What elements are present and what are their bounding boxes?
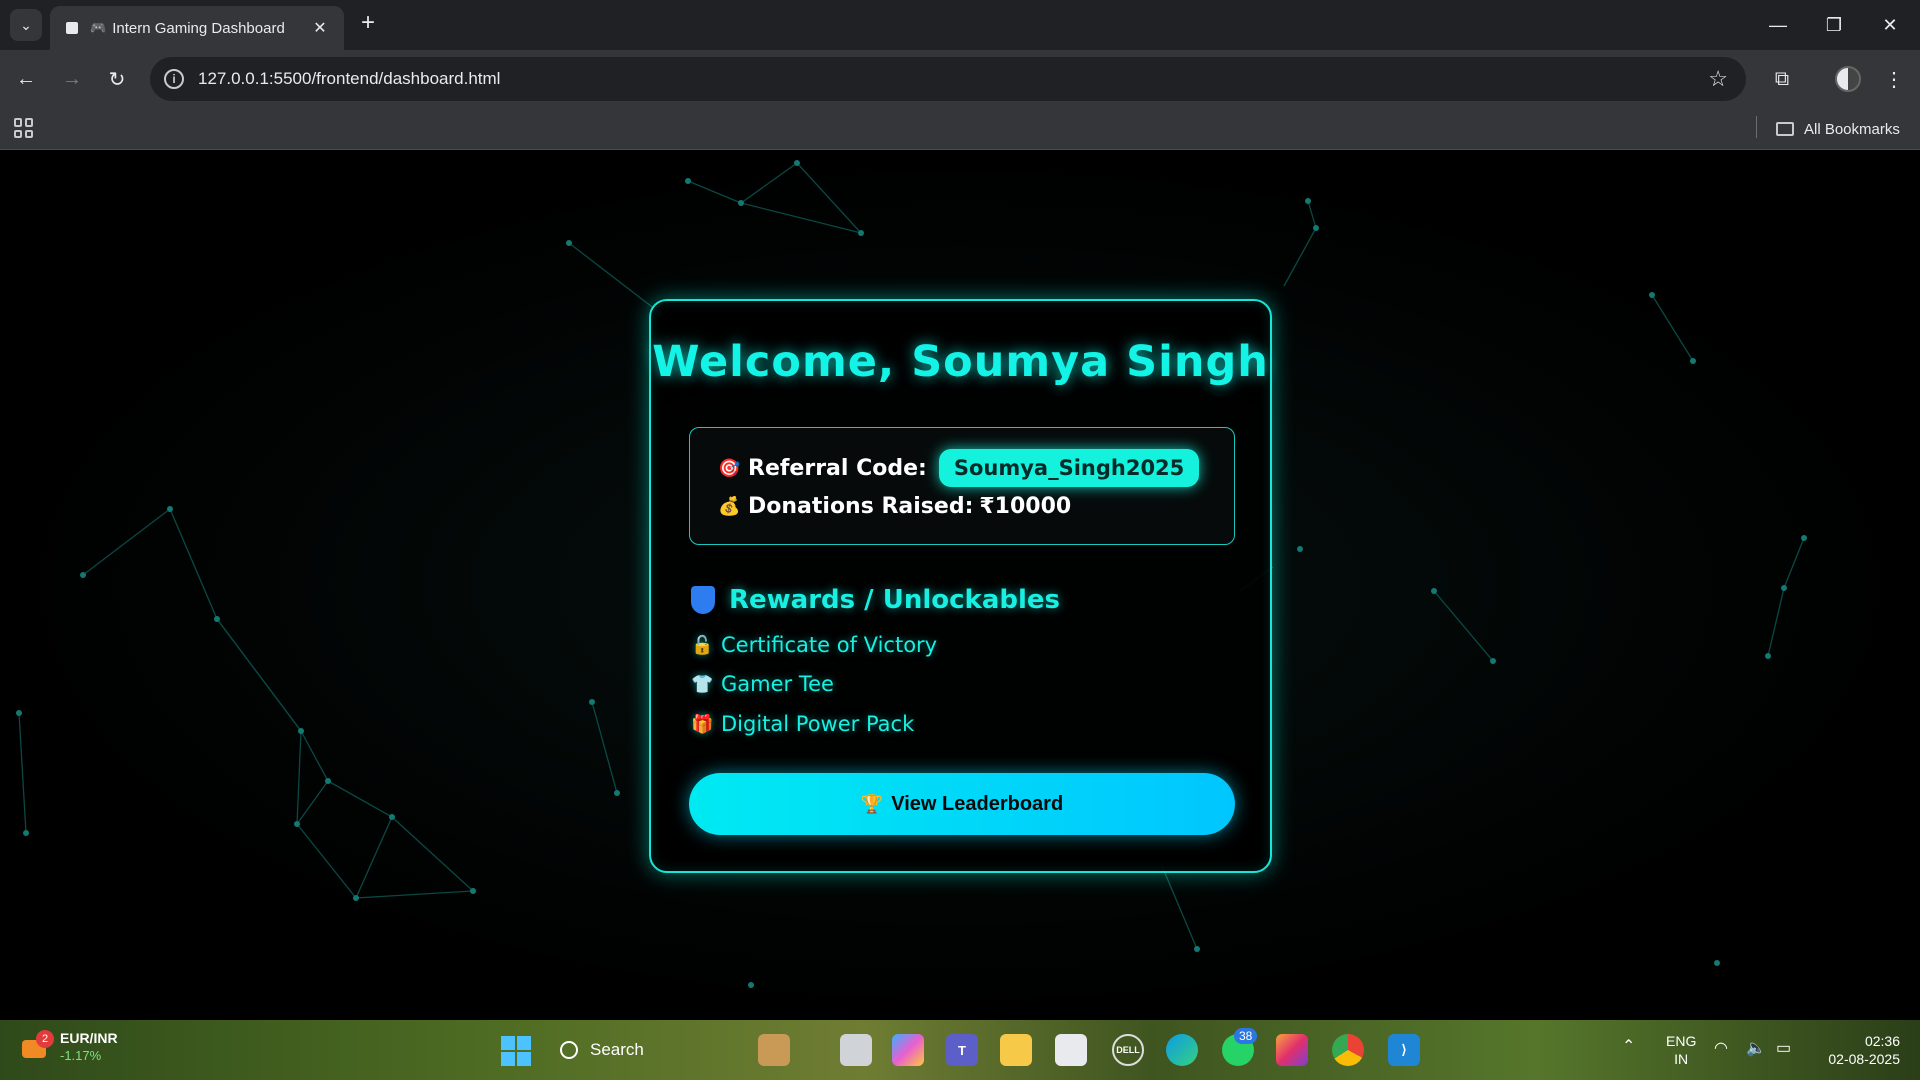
forward-button[interactable]: → <box>56 63 88 95</box>
all-bookmarks-label: All Bookmarks <box>1804 120 1900 138</box>
windows-taskbar: 2 EUR/INR -1.17% Search T DELL 38 ⟩ ⌃ EN… <box>0 1020 1920 1080</box>
chrome-icon[interactable] <box>1332 1034 1364 1066</box>
show-hidden-icons-chevron-icon[interactable]: ⌃ <box>1622 1038 1635 1056</box>
clock-time: 02:36 <box>1864 1033 1900 1049</box>
bookmark-star-icon[interactable]: ☆ <box>1708 66 1728 92</box>
all-bookmarks-button[interactable]: All Bookmarks <box>1776 116 1900 142</box>
task-view-icon[interactable] <box>840 1034 872 1066</box>
url-text[interactable]: 127.0.0.1:5500/frontend/dashboard.html <box>198 69 1708 89</box>
volume-icon[interactable]: 🔈 <box>1746 1040 1766 1058</box>
windows-start-icon[interactable] <box>501 1036 531 1066</box>
target-icon: 🎯 <box>718 457 741 479</box>
dashboard-card: Welcome, Soumya Singh 🎯 Referral Code: S… <box>649 299 1272 873</box>
referral-code-badge: Soumya_Singh2025 <box>938 449 1200 487</box>
active-tab[interactable]: 🎮 Intern Gaming Dashboard ✕ <box>50 6 344 50</box>
reward-label: Digital Power Pack <box>721 712 915 736</box>
file-explorer-icon[interactable] <box>1000 1034 1032 1066</box>
donations-label: Donations Raised: <box>748 494 974 519</box>
donations-row: 💰 Donations Raised: ₹10000 <box>718 494 1071 519</box>
instagram-icon[interactable] <box>1276 1034 1308 1066</box>
game-app-icon[interactable] <box>758 1034 790 1066</box>
welcome-heading: Welcome, Soumya Singh <box>652 337 1269 387</box>
fx-pair: EUR/INR <box>60 1030 118 1046</box>
reward-label: Certificate of Victory <box>721 633 938 657</box>
gamepad-icon: 🎮 <box>90 20 107 35</box>
menu-dots-icon[interactable]: ⋮ <box>1878 63 1910 95</box>
search-icon <box>560 1041 578 1059</box>
folder-icon <box>1776 122 1794 136</box>
stats-box: 🎯 Referral Code: Soumya_Singh2025 💰 Dona… <box>689 427 1235 545</box>
vscode-icon[interactable]: ⟩ <box>1388 1034 1420 1066</box>
tab-close-icon[interactable]: ✕ <box>310 18 330 38</box>
whatsapp-badge: 38 <box>1234 1028 1258 1044</box>
tshirt-icon: 👕 <box>691 673 714 695</box>
address-bar[interactable]: i 127.0.0.1:5500/frontend/dashboard.html… <box>150 57 1746 101</box>
fx-widget[interactable]: 2 EUR/INR -1.17% <box>20 1030 118 1064</box>
bookmarks-bar: All Bookmarks <box>0 108 1920 150</box>
region-code: IN <box>1674 1051 1689 1067</box>
tab-title: Intern Gaming Dashboard <box>112 19 285 37</box>
trophy-icon: 🏆 <box>860 793 884 814</box>
view-leaderboard-button[interactable]: 🏆 View Leaderboard <box>689 773 1235 835</box>
restore-button[interactable]: ❐ <box>1806 0 1862 50</box>
tab-strip: ⌄ 🎮 Intern Gaming Dashboard ✕ + — ❐ ✕ <box>0 0 1920 50</box>
tab-search-chevron-icon[interactable]: ⌄ <box>10 9 42 41</box>
page-favicon-icon <box>64 20 80 36</box>
clock[interactable]: 02:36 02-08-2025 <box>1816 1032 1900 1068</box>
fx-badge: 2 <box>36 1030 54 1048</box>
profile-avatar[interactable] <box>1835 66 1861 92</box>
taskbar-search[interactable]: Search <box>560 1030 760 1070</box>
dell-icon[interactable]: DELL <box>1112 1034 1144 1066</box>
back-button[interactable]: ← <box>10 63 42 95</box>
fx-change: -1.17% <box>60 1048 102 1063</box>
apps-grid-icon[interactable] <box>14 118 34 138</box>
new-tab-button[interactable]: + <box>354 10 382 38</box>
wifi-icon[interactable]: ◠ <box>1714 1040 1728 1058</box>
teams-icon[interactable]: T <box>946 1034 978 1066</box>
dashboard-page: Welcome, Soumya Singh 🎯 Referral Code: S… <box>0 151 1920 1020</box>
language-code: ENG <box>1666 1033 1697 1049</box>
shield-icon <box>691 586 715 614</box>
copilot-icon[interactable] <box>892 1034 924 1066</box>
gift-icon: 🎁 <box>691 713 714 735</box>
currency-icon: 2 <box>20 1030 54 1060</box>
reward-label: Gamer Tee <box>721 672 834 696</box>
microsoft-store-icon[interactable] <box>1055 1034 1087 1066</box>
rewards-heading: Rewards / Unlockables <box>691 585 1060 615</box>
leaderboard-button-label: View Leaderboard <box>891 792 1064 815</box>
reward-item: 🎁 Digital Power Pack <box>691 712 914 736</box>
clock-date: 02-08-2025 <box>1828 1051 1900 1067</box>
rewards-title-text: Rewards / Unlockables <box>729 585 1061 615</box>
site-info-icon[interactable]: i <box>164 69 184 89</box>
extensions-icon[interactable]: ⧉ <box>1766 63 1798 95</box>
edge-icon[interactable] <box>1166 1034 1198 1066</box>
browser-toolbar: ← → ↻ i 127.0.0.1:5500/frontend/dashboar… <box>0 50 1920 108</box>
reward-item: 👕 Gamer Tee <box>691 672 834 696</box>
referral-label: Referral Code: <box>748 455 927 481</box>
close-window-button[interactable]: ✕ <box>1862 0 1918 50</box>
bookmarks-divider <box>1756 116 1757 138</box>
unlock-icon: 🔓 <box>691 634 714 656</box>
donations-value: ₹10000 <box>979 494 1072 519</box>
reload-button[interactable]: ↻ <box>101 63 133 95</box>
search-label: Search <box>590 1040 644 1059</box>
referral-row: 🎯 Referral Code: Soumya_Singh2025 <box>718 449 1200 487</box>
language-indicator[interactable]: ENG IN <box>1666 1032 1696 1068</box>
battery-icon[interactable]: ▭ <box>1776 1040 1791 1058</box>
minimize-button[interactable]: — <box>1750 0 1806 50</box>
reward-item: 🔓 Certificate of Victory <box>691 633 937 657</box>
money-bag-icon: 💰 <box>718 496 741 517</box>
